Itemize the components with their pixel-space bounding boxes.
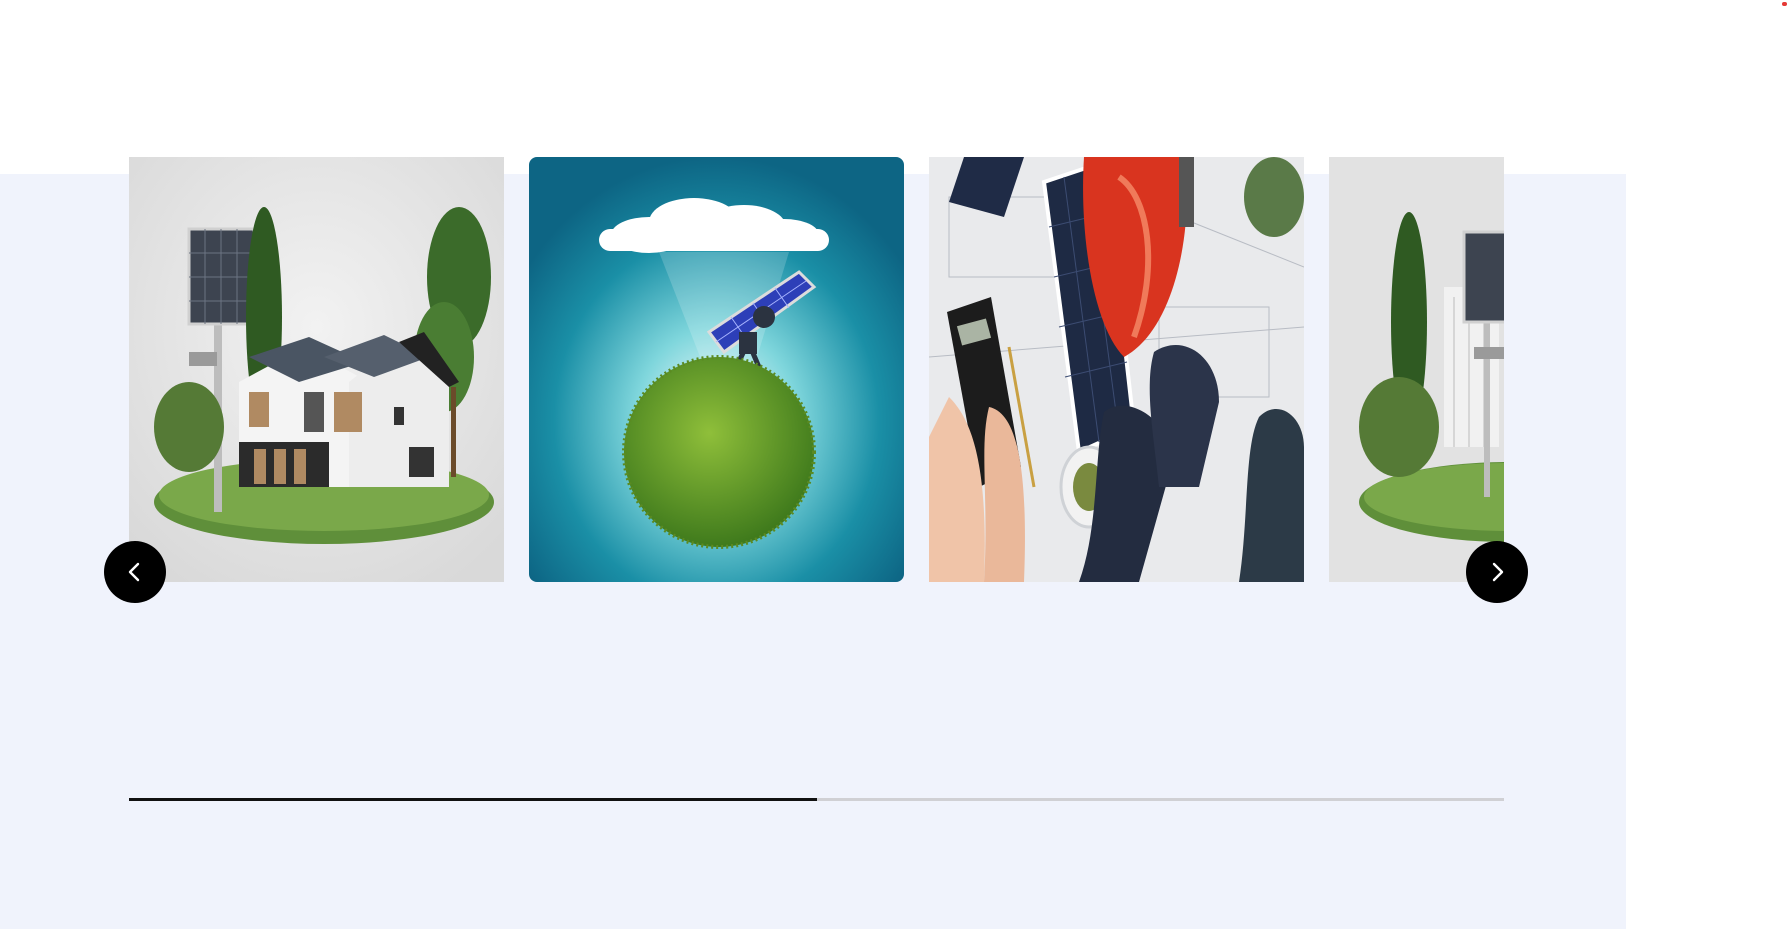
carousel-next-button[interactable]	[1466, 541, 1528, 603]
carousel-track[interactable]	[129, 157, 1504, 582]
carousel-slide-solar-planning[interactable]	[929, 157, 1304, 582]
carousel-slide-robot-globe[interactable]	[529, 157, 904, 582]
house-partial-image	[1329, 157, 1504, 582]
robot-globe-image	[529, 157, 904, 582]
chevron-left-icon	[128, 562, 140, 582]
carousel-slide-house-partial[interactable]	[1329, 157, 1504, 582]
carousel-prev-button[interactable]	[104, 541, 166, 603]
carousel-progress-fill	[129, 798, 817, 801]
carousel-progress-track[interactable]	[129, 798, 1504, 801]
solar-planning-image	[929, 157, 1304, 582]
house-solar-image	[129, 157, 504, 582]
top-area	[0, 0, 1787, 174]
carousel-slide-house-solar[interactable]	[129, 157, 504, 582]
corner-indicator	[1782, 2, 1787, 6]
chevron-right-icon	[1492, 562, 1504, 582]
